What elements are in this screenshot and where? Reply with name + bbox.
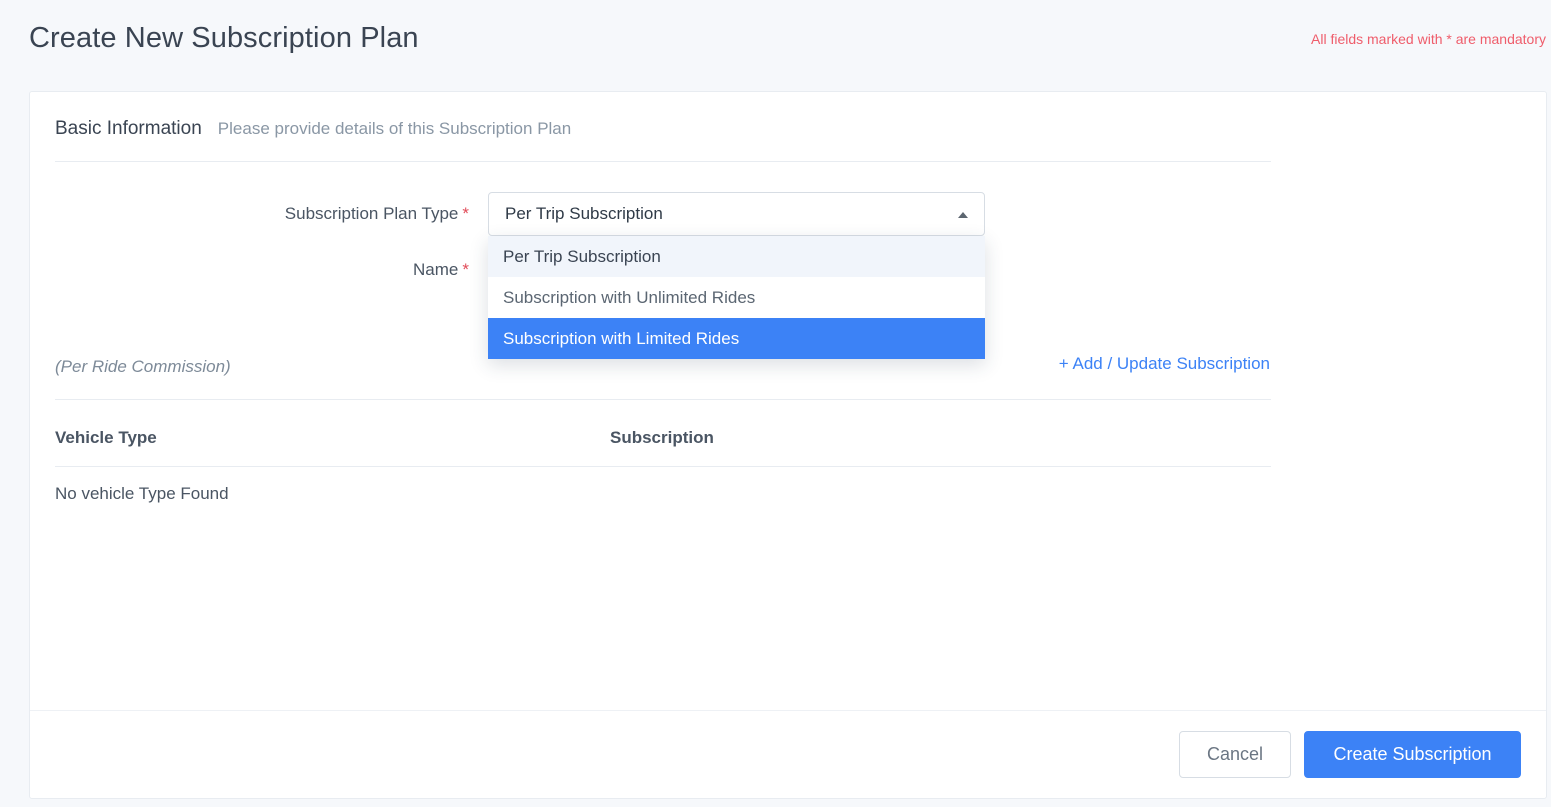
plan-type-selected-value: Per Trip Subscription <box>505 204 663 223</box>
plan-type-dropdown-menu: Per Trip Subscription Subscription with … <box>488 236 985 359</box>
column-header-subscription: Subscription <box>610 428 714 447</box>
dropdown-option-per-trip[interactable]: Per Trip Subscription <box>488 236 985 277</box>
caret-up-icon <box>958 212 968 218</box>
plan-type-label-text: Subscription Plan Type <box>284 204 459 223</box>
dropdown-option-unlimited-rides[interactable]: Subscription with Unlimited Rides <box>488 277 985 318</box>
section-divider <box>55 161 1271 162</box>
commission-note: (Per Ride Commission) <box>55 357 231 376</box>
name-label-text: Name <box>413 260 459 279</box>
cancel-button[interactable]: Cancel <box>1179 731 1291 778</box>
basic-info-header: Basic Information Please provide details… <box>55 118 571 140</box>
required-mark: * <box>462 260 469 279</box>
add-update-subscription-link[interactable]: + Add / Update Subscription <box>1059 354 1270 374</box>
plan-type-select[interactable]: Per Trip Subscription <box>488 192 985 236</box>
page-title: Create New Subscription Plan <box>29 22 419 54</box>
section-title: Basic Information <box>55 118 202 139</box>
name-label: Name * <box>413 260 469 280</box>
section-subtitle: Please provide details of this Subscript… <box>217 119 572 138</box>
required-mark: * <box>462 204 469 223</box>
table-header-divider <box>55 466 1271 467</box>
empty-state-text: No vehicle Type Found <box>55 484 229 503</box>
vehicle-section-divider <box>55 399 1271 400</box>
plan-type-label: Subscription Plan Type * <box>285 204 469 224</box>
create-subscription-button[interactable]: Create Subscription <box>1304 731 1521 778</box>
footer-divider <box>30 710 1546 711</box>
column-header-vehicle-type: Vehicle Type <box>55 428 157 447</box>
form-card: Basic Information Please provide details… <box>29 91 1547 799</box>
dropdown-option-limited-rides[interactable]: Subscription with Limited Rides <box>488 318 985 359</box>
create-subscription-page: Create New Subscription Plan All fields … <box>0 0 1551 807</box>
mandatory-note: All fields marked with * are mandatory <box>1311 31 1546 47</box>
